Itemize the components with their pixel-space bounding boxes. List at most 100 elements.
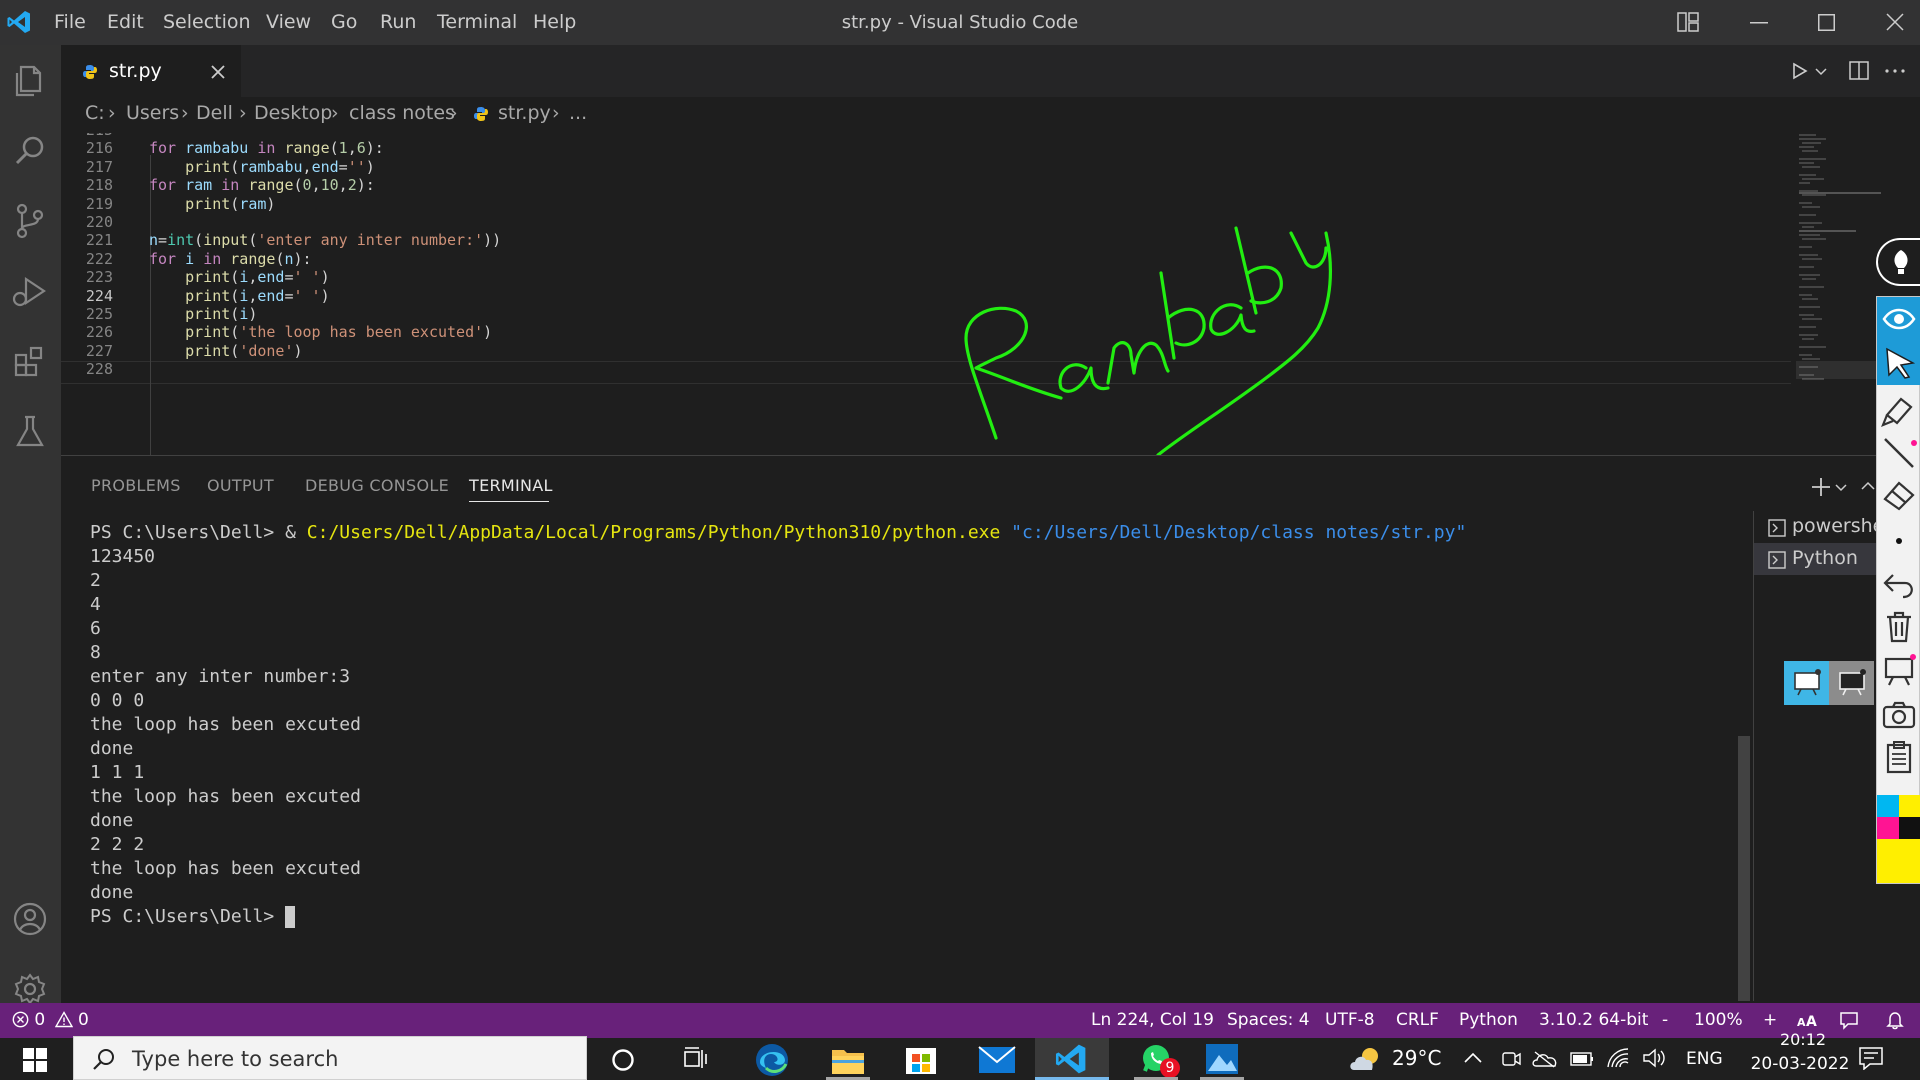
pen-tool-button[interactable] [1876,238,1920,286]
show-hidden-icons-chevron[interactable] [1464,1052,1482,1064]
clipboard-icon[interactable] [1881,739,1917,775]
terminal-scrollbar[interactable] [1738,736,1750,1001]
testing-flask-icon[interactable] [6,407,54,455]
camera-icon[interactable] [1881,697,1917,733]
breadcrumb-class-notes[interactable]: class notes [349,102,455,124]
maximize-icon[interactable] [1818,14,1835,31]
weather-temperature[interactable]: 29°C [1392,1046,1441,1070]
indentation[interactable]: Spaces: 4 [1227,1003,1310,1038]
close-window-icon[interactable] [1886,13,1904,31]
menu-edit[interactable]: Edit [107,0,144,45]
menu-view[interactable]: View [266,0,311,45]
tool-pointer-button[interactable] [1877,341,1920,385]
extensions-icon[interactable] [6,337,54,385]
menu-file[interactable]: File [54,0,86,45]
search-icon[interactable] [6,127,54,175]
menu-terminal[interactable]: Terminal [437,0,517,45]
breadcrumb-drive[interactable]: C: [85,102,105,124]
meet-now-icon[interactable] [1500,1049,1522,1069]
zoom-out[interactable]: - [1662,1003,1668,1038]
screen-mode-blackboard[interactable] [1829,661,1874,705]
breadcrumb-file[interactable]: str.py [498,102,551,124]
action-center-icon[interactable] [1858,1046,1884,1070]
source-control-icon[interactable] [6,197,54,245]
encoding[interactable]: UTF-8 [1325,1003,1375,1038]
tab-debug-console[interactable]: DEBUG CONSOLE [305,476,449,495]
python-interpreter[interactable]: 3.10.2 64-bit [1539,1003,1648,1038]
file-explorer-icon[interactable] [830,1044,866,1076]
tool-eye-button[interactable] [1877,297,1920,341]
battery-icon[interactable] [1570,1051,1594,1067]
task-view-icon[interactable] [681,1046,709,1072]
dot-size-icon[interactable] [1881,523,1917,559]
menu-selection[interactable]: Selection [163,0,251,45]
cortana-icon[interactable] [611,1048,635,1072]
cursor-position[interactable]: Ln 224, Col 19 [1091,1003,1214,1038]
onedrive-icon[interactable] [1532,1050,1558,1068]
input-language[interactable]: ENG [1686,1049,1723,1069]
trash-icon[interactable] [1881,609,1917,645]
run-debug-icon[interactable] [6,267,54,315]
account-icon[interactable] [6,895,54,943]
wifi-icon[interactable] [1606,1047,1630,1069]
split-editor-icon[interactable] [1849,61,1869,80]
edge-browser-icon[interactable] [754,1042,790,1078]
run-dropdown-chevron-icon[interactable] [1815,68,1827,76]
problems-status[interactable]: 0 0 [12,1003,89,1038]
close-tab-icon[interactable] [211,65,225,79]
minimize-icon[interactable] [1750,22,1768,24]
menu-help[interactable]: Help [533,0,576,45]
weather-cloud-icon[interactable] [1348,1046,1382,1072]
language-mode[interactable]: Python [1459,1003,1518,1038]
windows-start-icon[interactable] [23,1048,47,1072]
tab-problems[interactable]: PROBLEMS [91,476,181,495]
code-editor[interactable]: 215216for rambabu in range(1,6):217 prin… [61,133,1920,455]
color-swatch-yellow[interactable] [1899,795,1920,817]
color-swatch-yellow-large[interactable] [1877,839,1920,883]
tab-str-py[interactable]: str.py [61,45,241,97]
more-actions-icon[interactable] [1885,69,1905,73]
screen-mode-transparent[interactable] [1784,661,1829,705]
menu-go[interactable]: Go [331,0,357,45]
taskbar-search-box[interactable]: Type here to search [73,1036,587,1080]
taskbar-whatsapp[interactable]: 9 [1130,1038,1186,1080]
breadcrumb-symbol[interactable]: ... [569,102,587,124]
whiteboard-icon[interactable] [1881,653,1917,689]
breadcrumb-users[interactable]: Users [126,102,179,124]
color-swatch-magenta[interactable] [1877,817,1899,839]
breadcrumb-desktop[interactable]: Desktop [254,102,332,124]
explorer-icon[interactable] [6,57,54,105]
highlighter-icon[interactable] [1881,393,1917,429]
terminal-dropdown-chevron-icon[interactable] [1835,484,1847,492]
color-swatch-cyan[interactable] [1877,795,1899,817]
zoom-level[interactable]: 100% [1694,1003,1743,1038]
mail-icon[interactable] [978,1046,1016,1074]
terminal-output-line: done [90,882,134,903]
breadcrumb-dell[interactable]: Dell [196,102,233,124]
photos-app-icon[interactable] [1205,1043,1239,1075]
minimap[interactable] [1796,133,1886,455]
taskbar-vscode-active[interactable] [1035,1038,1109,1080]
layout-customize-icon[interactable] [1677,12,1699,32]
run-python-file-icon[interactable] [1791,62,1809,80]
clock-time[interactable]: 20:12 [1763,1030,1843,1049]
color-palette[interactable] [1877,795,1920,883]
clock-date[interactable]: 20-03-2022 [1730,1054,1870,1074]
maximize-panel-chevron-icon[interactable] [1861,481,1875,490]
undo-icon[interactable] [1881,567,1917,603]
new-terminal-plus-icon[interactable] [1810,476,1832,498]
color-swatch-black[interactable] [1899,817,1920,839]
terminal-output-line: 4 [90,594,101,615]
volume-icon[interactable] [1642,1048,1666,1068]
tab-output[interactable]: OUTPUT [207,476,274,495]
line-tool-icon[interactable] [1881,435,1917,471]
end-of-line[interactable]: CRLF [1396,1003,1439,1038]
active-tab-underline [469,501,549,502]
terminal-icon [1768,551,1786,569]
eraser-icon[interactable] [1881,477,1917,513]
tab-terminal[interactable]: TERMINAL [469,476,553,495]
menu-run[interactable]: Run [380,0,416,45]
terminal-output[interactable]: PS C:\Users\Dell> & C:/Users/Dell/AppDat… [90,521,1730,991]
terminal-output-line: done [90,738,134,759]
microsoft-store-icon[interactable] [904,1042,938,1076]
